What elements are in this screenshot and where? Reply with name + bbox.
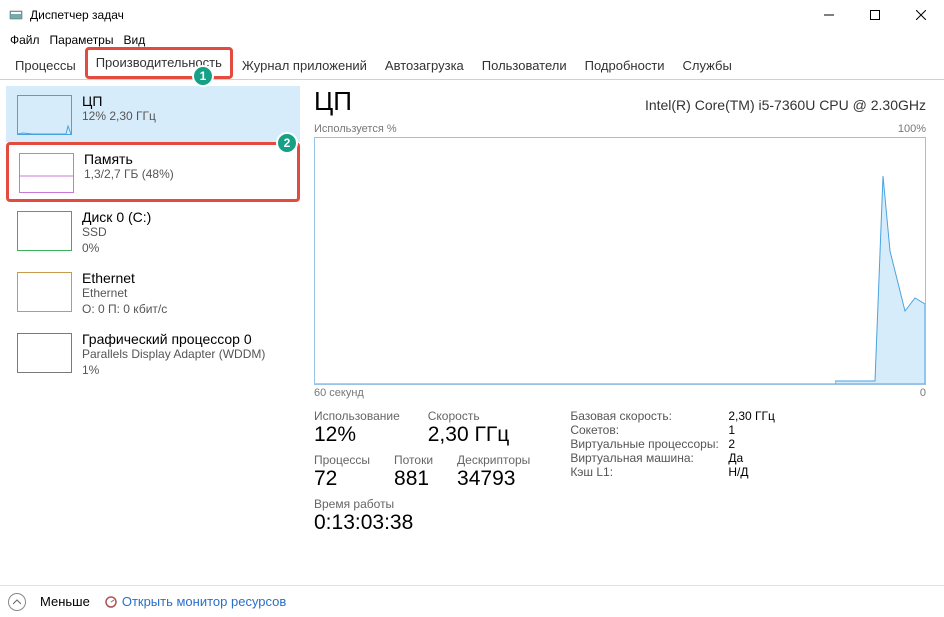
- chart-label-bottom-right: 0: [920, 387, 926, 399]
- sidebar-item-disk[interactable]: Диск 0 (C:) SSD 0%: [6, 202, 300, 263]
- sidebar-item-cpu[interactable]: ЦП 12% 2,30 ГГц: [6, 86, 300, 142]
- vm-v: Да: [728, 451, 743, 465]
- handles-value: 34793: [457, 467, 530, 491]
- sidebar: ЦП 12% 2,30 ГГц Память 1,3/2,7 ГБ (48%) …: [0, 80, 300, 585]
- fewer-details[interactable]: Меньше: [40, 594, 90, 609]
- handles-label: Дескрипторы: [457, 453, 530, 467]
- monitor-icon: [104, 595, 118, 609]
- annotation-badge-1: 1: [192, 65, 214, 87]
- minimize-button[interactable]: [806, 0, 852, 30]
- sidebar-disk-sub1: SSD: [82, 225, 151, 241]
- base-speed-v: 2,30 ГГц: [728, 409, 775, 423]
- sidebar-disk-title: Диск 0 (C:): [82, 209, 151, 225]
- sidebar-item-ethernet[interactable]: Ethernet Ethernet О: 0 П: 0 кбит/с: [6, 263, 300, 324]
- close-button[interactable]: [898, 0, 944, 30]
- usage-value: 12%: [314, 423, 400, 447]
- chart-label-top-right: 100%: [898, 123, 926, 135]
- processes-label: Процессы: [314, 453, 370, 467]
- window-title: Диспетчер задач: [30, 8, 806, 22]
- vproc-v: 2: [728, 437, 735, 451]
- usage-label: Использование: [314, 409, 400, 423]
- titlebar: Диспетчер задач: [0, 0, 944, 30]
- heading-cpu: ЦП: [314, 86, 352, 117]
- tab-app-history[interactable]: Журнал приложений: [233, 52, 376, 79]
- thumb-gpu: [17, 333, 72, 373]
- tab-startup[interactable]: Автозагрузка: [376, 52, 473, 79]
- tab-bar: Процессы Производительность Журнал прило…: [0, 50, 944, 80]
- sidebar-gpu-sub1: Parallels Display Adapter (WDDM): [82, 347, 265, 363]
- tab-users[interactable]: Пользователи: [473, 52, 576, 79]
- thumb-memory: [19, 153, 74, 193]
- tab-details[interactable]: Подробности: [576, 52, 674, 79]
- tab-services[interactable]: Службы: [674, 52, 741, 79]
- thumb-cpu: [17, 95, 72, 135]
- sidebar-disk-sub2: 0%: [82, 241, 151, 257]
- tab-processes[interactable]: Процессы: [6, 52, 85, 79]
- sidebar-item-gpu[interactable]: Графический процессор 0 Parallels Displa…: [6, 324, 300, 385]
- vproc-k: Виртуальные процессоры:: [570, 437, 728, 451]
- sidebar-gpu-title: Графический процессор 0: [82, 331, 265, 347]
- app-icon: [8, 7, 24, 23]
- chart-label-top-left: Используется %: [314, 123, 397, 135]
- sidebar-item-memory[interactable]: Память 1,3/2,7 ГБ (48%): [6, 142, 300, 202]
- chart-label-bottom-left: 60 секунд: [314, 387, 364, 399]
- cpu-usage-chart[interactable]: [314, 137, 926, 385]
- threads-label: Потоки: [394, 453, 433, 467]
- sidebar-eth-sub1: Ethernet: [82, 286, 167, 302]
- sockets-v: 1: [728, 423, 735, 437]
- l1-v: Н/Д: [728, 465, 748, 479]
- speed-value: 2,30 ГГц: [428, 423, 509, 447]
- speed-label: Скорость: [428, 409, 509, 423]
- uptime-label: Время работы: [314, 497, 530, 511]
- fewer-details-icon[interactable]: [8, 593, 26, 611]
- thumb-ethernet: [17, 272, 72, 312]
- open-resource-monitor[interactable]: Открыть монитор ресурсов: [104, 594, 286, 609]
- threads-value: 881: [394, 467, 433, 491]
- annotation-badge-2: 2: [276, 132, 298, 154]
- l1-k: Кэш L1:: [570, 465, 728, 479]
- processes-value: 72: [314, 467, 370, 491]
- footer: Меньше Открыть монитор ресурсов: [0, 585, 944, 617]
- sidebar-eth-sub2: О: 0 П: 0 кбит/с: [82, 302, 167, 318]
- vm-k: Виртуальная машина:: [570, 451, 728, 465]
- sidebar-memory-sub: 1,3/2,7 ГБ (48%): [84, 167, 174, 183]
- thumb-disk: [17, 211, 72, 251]
- main-panel: ЦП Intel(R) Core(TM) i5-7360U CPU @ 2.30…: [300, 80, 944, 585]
- base-speed-k: Базовая скорость:: [570, 409, 728, 423]
- menu-file[interactable]: Файл: [6, 31, 44, 49]
- sidebar-eth-title: Ethernet: [82, 270, 167, 286]
- sidebar-gpu-sub2: 1%: [82, 363, 265, 379]
- sidebar-memory-title: Память: [84, 151, 174, 167]
- sidebar-cpu-title: ЦП: [82, 93, 156, 109]
- sockets-k: Сокетов:: [570, 423, 728, 437]
- uptime-value: 0:13:03:38: [314, 511, 530, 535]
- sidebar-cpu-sub: 12% 2,30 ГГц: [82, 109, 156, 125]
- cpu-model: Intel(R) Core(TM) i5-7360U CPU @ 2.30GHz: [645, 97, 926, 113]
- maximize-button[interactable]: [852, 0, 898, 30]
